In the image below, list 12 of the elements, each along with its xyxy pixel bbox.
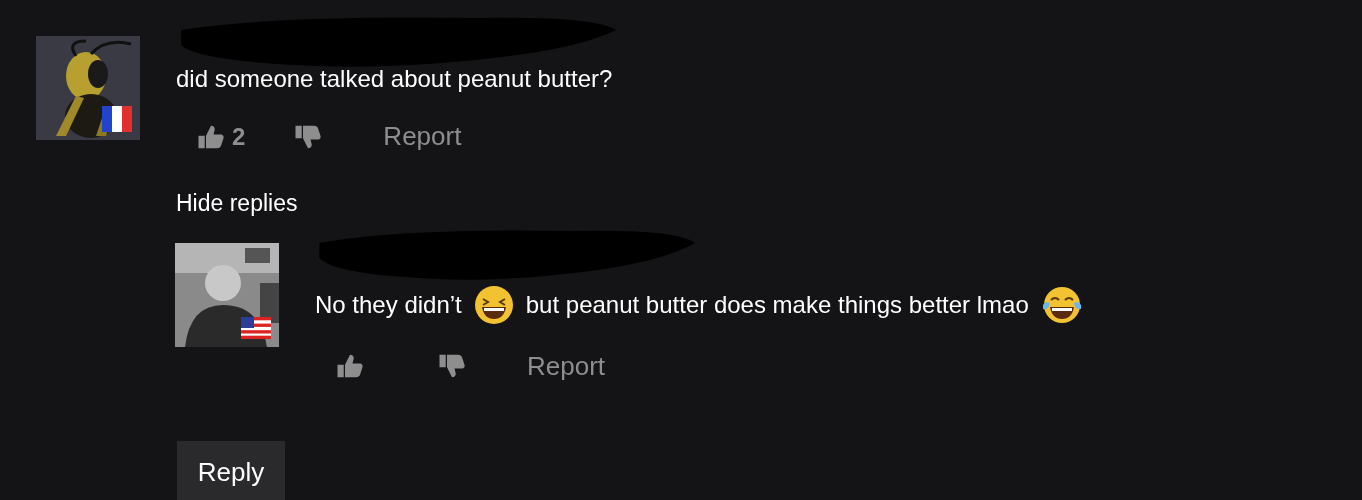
comment-text: did someone talked about peanut butter?: [176, 64, 613, 94]
report-link[interactable]: Report: [383, 117, 462, 156]
comment-text: but peanut butter does make things better lmao: [525, 289, 1029, 320]
crying-laughing-face-icon: [1040, 284, 1083, 325]
reply-button[interactable]: Reply: [177, 441, 285, 500]
flag-icon: [241, 316, 271, 339]
report-link[interactable]: Report: [527, 346, 606, 386]
like-count: 2: [232, 121, 246, 152]
laughing-face-icon: [473, 284, 514, 325]
flag-icon: [102, 106, 132, 132]
hide-replies-link[interactable]: Hide replies: [176, 186, 616, 221]
comment-text: No they didn’t: [315, 289, 462, 320]
